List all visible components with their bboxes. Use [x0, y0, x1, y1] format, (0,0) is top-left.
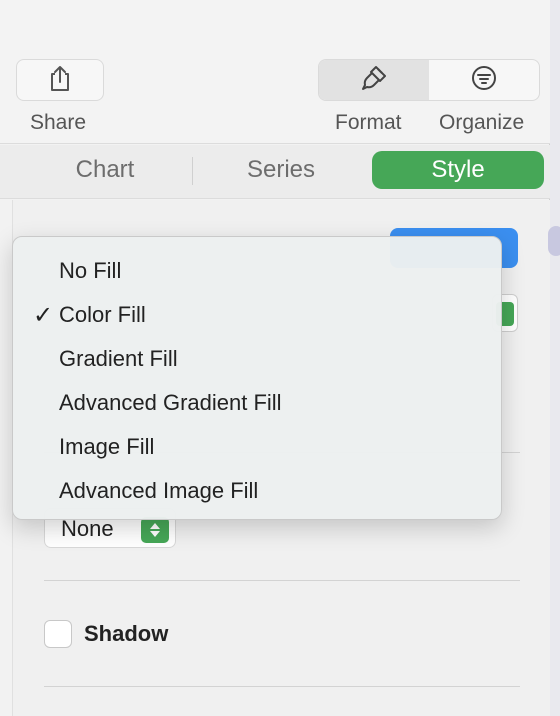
menu-item-label: Advanced Gradient Fill	[59, 390, 282, 415]
tab-chart[interactable]: Chart	[20, 151, 190, 189]
section-divider	[44, 686, 520, 687]
checkmark-icon: ✓	[33, 302, 54, 329]
chevron-up-icon	[150, 523, 160, 529]
organize-button[interactable]	[429, 60, 539, 100]
menu-item-label: Gradient Fill	[59, 346, 178, 371]
format-button[interactable]	[319, 60, 429, 100]
organize-label: Organize	[439, 111, 525, 134]
menu-item-label: Image Fill	[59, 434, 155, 459]
toolbar: Share Format Organize	[0, 0, 550, 144]
share-label: Share	[30, 111, 87, 134]
format-organize-segmented-control	[318, 59, 540, 101]
paintbrush-icon	[359, 63, 389, 98]
menu-item-label: Advanced Image Fill	[59, 478, 259, 503]
share-icon	[47, 64, 73, 97]
tab-divider	[192, 157, 193, 185]
shadow-label: Shadow	[84, 621, 169, 646]
menu-item-label: Color Fill	[59, 302, 146, 327]
menu-item-color-fill[interactable]: ✓ Color Fill	[13, 293, 503, 337]
menu-item-no-fill[interactable]: No Fill	[13, 249, 503, 293]
format-inspector-window: Share Format Organize Chart Series Style…	[0, 0, 550, 716]
shadow-checkbox[interactable]	[44, 620, 72, 648]
shadow-row: Shadow	[44, 620, 168, 648]
share-button[interactable]	[16, 59, 104, 101]
popup-stepper-icon	[141, 517, 169, 543]
format-label: Format	[335, 111, 402, 134]
menu-item-image-fill[interactable]: Image Fill	[13, 425, 503, 469]
tab-series[interactable]: Series	[196, 151, 366, 189]
menu-item-label: No Fill	[59, 258, 122, 283]
menu-item-advanced-gradient-fill[interactable]: Advanced Gradient Fill	[13, 381, 503, 425]
adjacent-window-edge	[550, 0, 560, 716]
adjacent-control	[548, 226, 560, 256]
section-divider	[44, 580, 520, 581]
fill-type-menu: No Fill ✓ Color Fill Gradient Fill Advan…	[12, 236, 502, 520]
inspector-tabs: Chart Series Style	[0, 145, 550, 199]
tab-style[interactable]: Style	[372, 151, 544, 189]
organize-icon	[469, 63, 499, 98]
chevron-down-icon	[150, 531, 160, 537]
menu-item-advanced-image-fill[interactable]: Advanced Image Fill	[13, 469, 503, 513]
menu-item-gradient-fill[interactable]: Gradient Fill	[13, 337, 503, 381]
